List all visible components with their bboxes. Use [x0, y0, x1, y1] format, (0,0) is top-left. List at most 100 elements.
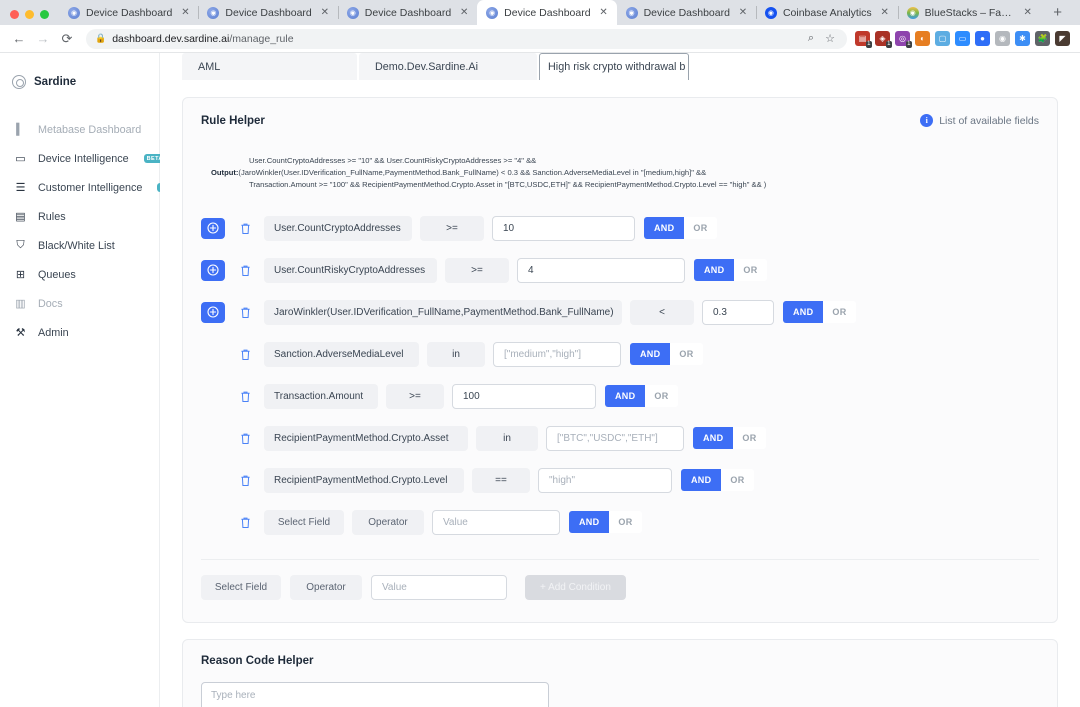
minimize-window-button[interactable] [25, 10, 34, 19]
condition-operator-select[interactable]: == [472, 467, 530, 493]
back-button[interactable]: ← [8, 28, 30, 50]
new-value-input[interactable]: Value [371, 575, 507, 600]
tab-close-icon[interactable]: ✕ [736, 6, 750, 20]
extension-red-badge[interactable]: ▤ 1 [855, 31, 872, 48]
extension-crimson-badge[interactable]: ◈ 1 [875, 31, 892, 48]
forward-button[interactable]: → [32, 28, 54, 50]
or-button[interactable]: OR [823, 301, 856, 323]
or-button[interactable]: OR [733, 427, 766, 449]
rule-tab[interactable]: AML [182, 53, 357, 80]
new-operator-button[interactable]: Operator [290, 575, 362, 600]
condition-field-select[interactable]: RecipientPaymentMethod.Crypto.Asset [264, 425, 468, 451]
extension-zoom[interactable]: ▭ [955, 31, 970, 46]
delete-condition-icon[interactable] [234, 474, 256, 487]
condition-operator-select[interactable]: < [630, 299, 694, 325]
and-button[interactable]: AND [693, 427, 734, 449]
extension-image[interactable]: ▢ [935, 31, 950, 46]
condition-value-input[interactable]: "high" [538, 467, 672, 493]
profile-avatar[interactable]: ◤ [1055, 31, 1070, 46]
condition-field-select[interactable]: User.CountRiskyCryptoAddresses [264, 257, 437, 283]
delete-condition-icon[interactable] [234, 390, 256, 403]
delete-condition-icon[interactable] [234, 348, 256, 361]
or-button[interactable]: OR [721, 469, 754, 491]
new-select-field-button[interactable]: Select Field [201, 575, 281, 600]
delete-condition-icon[interactable] [234, 264, 256, 277]
tab-close-icon[interactable]: ✕ [457, 6, 471, 20]
or-button[interactable]: OR [609, 511, 642, 533]
condition-value-input[interactable]: 100 [452, 383, 596, 409]
condition-field-select[interactable]: JaroWinkler(User.IDVerification_FullName… [264, 299, 622, 325]
sidebar-item-device-intelligence[interactable]: ▭ Device Intelligence BETA [0, 144, 166, 173]
condition-operator-select[interactable]: >= [386, 383, 444, 409]
sidebar-item-queues[interactable]: ⊞ Queues [0, 260, 159, 289]
delete-condition-icon[interactable] [234, 516, 256, 529]
browser-tab[interactable]: ◉ Device Dashboard ✕ [198, 0, 337, 25]
and-button[interactable]: AND [681, 469, 722, 491]
condition-value-input[interactable]: ["BTC","USDC","ETH"] [546, 425, 684, 451]
new-tab-button[interactable]: + [1047, 1, 1069, 23]
or-button[interactable]: OR [645, 385, 678, 407]
add-group-button[interactable] [201, 217, 225, 239]
and-button[interactable]: AND [605, 385, 646, 407]
or-button[interactable]: OR [684, 217, 717, 239]
condition-value-input[interactable]: 0.3 [702, 299, 774, 325]
reload-button[interactable]: ⟳ [56, 28, 78, 50]
sidebar-item-customer-intelligence[interactable]: ☰Customer IntelligenceBETA [0, 173, 180, 202]
extension-grey-circle[interactable]: ◉ [995, 31, 1010, 46]
condition-operator-select[interactable]: >= [420, 215, 484, 241]
sidebar-item-black-white-list[interactable]: ⛉ Black/White List [0, 231, 159, 260]
condition-operator-select[interactable]: Operator [352, 509, 424, 535]
tab-close-icon[interactable]: ✕ [597, 6, 611, 20]
and-button[interactable]: AND [630, 343, 671, 365]
condition-value-input[interactable]: 10 [492, 215, 635, 241]
tab-close-icon[interactable]: ✕ [178, 6, 192, 20]
extension-blue-circle[interactable]: ● [975, 31, 990, 46]
condition-field-select[interactable]: RecipientPaymentMethod.Crypto.Level [264, 467, 464, 493]
browser-tab[interactable]: ◉ Device Dashboard ✕ [477, 0, 617, 25]
condition-operator-select[interactable]: >= [445, 257, 509, 283]
add-group-button[interactable] [201, 301, 225, 323]
extension-gear[interactable]: ✱ [1015, 31, 1030, 46]
close-window-button[interactable] [10, 10, 19, 19]
condition-field-select[interactable]: Sanction.AdverseMediaLevel [264, 341, 419, 367]
tab-close-icon[interactable]: ✕ [1021, 6, 1035, 20]
browser-tab[interactable]: ◉ Device Dashboard ✕ [59, 0, 198, 25]
condition-operator-select[interactable]: in [476, 425, 538, 451]
browser-tab[interactable]: ◉ Coinbase Analytics ✕ [755, 0, 898, 25]
condition-field-select[interactable]: Transaction.Amount [264, 383, 378, 409]
add-condition-button[interactable]: + Add Condition [525, 575, 626, 600]
or-button[interactable]: OR [670, 343, 703, 365]
rule-tab[interactable]: Demo.Dev.Sardine.Ai [359, 53, 537, 80]
browser-tab[interactable]: ◉ Device Dashboard ✕ [337, 0, 477, 25]
tab-close-icon[interactable]: ✕ [878, 6, 892, 20]
or-button[interactable]: OR [734, 259, 767, 281]
available-fields-link[interactable]: i List of available fields [920, 114, 1039, 127]
extension-puzzle[interactable]: 🧩 [1035, 31, 1050, 46]
and-button[interactable]: AND [694, 259, 735, 281]
sidebar-item-rules[interactable]: ▤ Rules [0, 202, 159, 231]
condition-field-select[interactable]: Select Field [264, 509, 344, 535]
rule-tab[interactable]: High risk crypto withdrawal b [539, 53, 689, 80]
browser-tab[interactable]: ◉ Device Dashboard ✕ [617, 0, 756, 25]
sidebar-item-admin[interactable]: ⚒ Admin [0, 318, 159, 347]
delete-condition-icon[interactable] [234, 306, 256, 319]
extension-fox[interactable]: ◐ [915, 31, 930, 46]
condition-value-input[interactable]: Value [432, 509, 560, 535]
maximize-window-button[interactable] [40, 10, 49, 19]
delete-condition-icon[interactable] [234, 432, 256, 445]
delete-condition-icon[interactable] [234, 222, 256, 235]
search-icon[interactable]: ⌕ [803, 32, 819, 45]
tab-close-icon[interactable]: ✕ [318, 6, 332, 20]
reason-code-textarea[interactable]: Type here [201, 682, 549, 707]
condition-value-input[interactable]: 4 [517, 257, 685, 283]
browser-tab[interactable]: ◉ BlueStacks – Fastest A ✕ [897, 0, 1041, 25]
and-button[interactable]: AND [644, 217, 685, 239]
condition-field-select[interactable]: User.CountCryptoAddresses [264, 215, 412, 241]
bookmark-star-icon[interactable]: ☆ [822, 32, 838, 45]
condition-operator-select[interactable]: in [427, 341, 485, 367]
and-button[interactable]: AND [569, 511, 610, 533]
condition-value-input[interactable]: ["medium","high"] [493, 341, 621, 367]
address-bar[interactable]: 🔒 dashboard.dev.sardine.ai/manage_rule ⌕… [86, 28, 847, 49]
and-button[interactable]: AND [783, 301, 824, 323]
extension-purple-badge[interactable]: ◎ 1 [895, 31, 912, 48]
